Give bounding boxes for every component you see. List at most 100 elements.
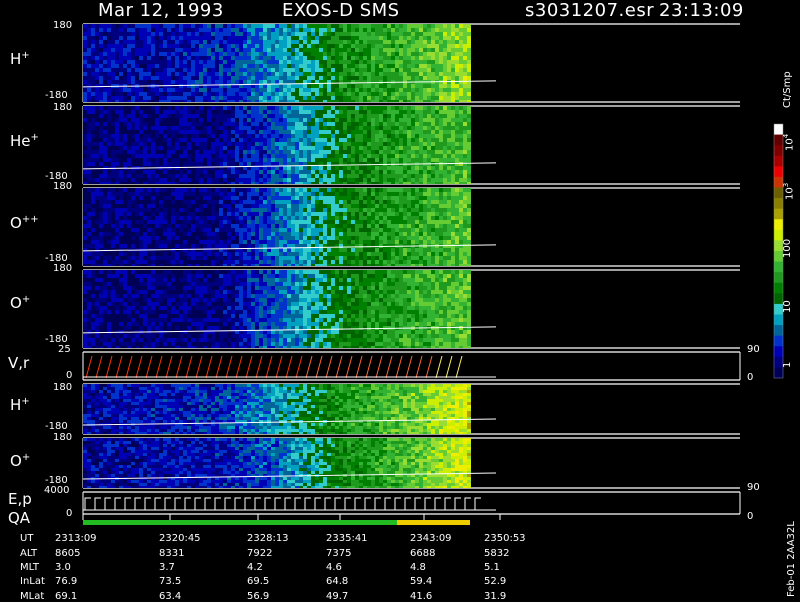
spectrogram-cell [291, 36, 295, 40]
spectrogram-cell [415, 32, 419, 36]
spectrogram-cell [311, 110, 315, 114]
spectrogram-cell [211, 182, 215, 184]
spectrogram-cell [87, 114, 91, 118]
spectrogram-cell [287, 88, 291, 92]
spectrogram-cell [271, 204, 275, 208]
spectrogram-cell [263, 76, 267, 80]
spectrogram-cell [207, 150, 211, 154]
spectrogram-cell [387, 122, 391, 126]
spectrogram-cell [415, 64, 419, 68]
spectrogram-cell [427, 28, 431, 32]
spectrogram-cell [311, 134, 315, 138]
spectrogram-cell [371, 158, 375, 162]
spectrogram-cell [367, 106, 371, 110]
spectrogram-cell [171, 220, 175, 224]
spectrogram-cell [371, 134, 375, 138]
spectrogram-cell [407, 150, 411, 154]
spectrogram-cell [83, 126, 87, 130]
spectrogram-cell [455, 150, 459, 154]
spectrogram-cell [159, 28, 163, 32]
spectrogram-cell [379, 24, 383, 28]
spectrogram-cell [319, 44, 323, 48]
spectrogram-cell [147, 24, 151, 28]
spectrogram-cell [211, 122, 215, 126]
spectrogram-cell [459, 134, 463, 138]
spectrogram-cell [187, 260, 191, 264]
spectrogram-cell [215, 244, 219, 248]
spectrogram-cell [351, 72, 355, 76]
spectrogram-cell [103, 100, 107, 102]
spectrogram-cell [439, 36, 443, 40]
spectrogram-cell [247, 224, 251, 228]
spectrogram-cell [411, 76, 415, 80]
spectrogram-cell [383, 142, 387, 146]
spectrogram-cell [151, 220, 155, 224]
spectrogram-cell [379, 134, 383, 138]
spectrogram-cell [247, 204, 251, 208]
spectrogram-cell [263, 106, 267, 110]
spectrogram-cell [163, 32, 167, 36]
spectrogram-cell [103, 260, 107, 264]
spectrogram-cell [307, 142, 311, 146]
spectrogram-cell [139, 236, 143, 240]
spectrogram-cell [227, 256, 231, 260]
spectrogram-cell [435, 174, 439, 178]
spectrogram-cell [211, 44, 215, 48]
spectrogram-cell [307, 36, 311, 40]
spectrogram-cell [203, 188, 207, 192]
spectrogram-cell [407, 32, 411, 36]
spectrogram-cell [227, 68, 231, 72]
spectrogram-cell [123, 240, 127, 244]
spectrogram-cell [147, 150, 151, 154]
spectrogram-cell [319, 174, 323, 178]
spectrogram-cell [91, 256, 95, 260]
spectrogram-cell [403, 92, 407, 96]
spectrogram-cell [295, 100, 299, 102]
spectrogram-cell [199, 142, 203, 146]
spectrogram-cell [239, 126, 243, 130]
spectrogram-cell [371, 118, 375, 122]
spectrogram-cell [103, 44, 107, 48]
spectrogram-cell [295, 252, 299, 256]
spectrogram-cell [351, 154, 355, 158]
spectrogram-cell [411, 44, 415, 48]
spectrogram-cell [379, 182, 383, 184]
spectrogram-cell [275, 40, 279, 44]
spectrogram-cell [323, 32, 327, 36]
spectrogram-cell [171, 96, 175, 100]
spectrogram-cell [283, 236, 287, 240]
spectrogram-cell [215, 170, 219, 174]
spectrogram-cell [275, 118, 279, 122]
spectrogram-cell [451, 32, 455, 36]
spectrogram-cell [215, 240, 219, 244]
spectrogram-cell [91, 154, 95, 158]
spectrogram-cell [271, 142, 275, 146]
spectrogram-cell [363, 158, 367, 162]
spectrogram-cell [435, 126, 439, 130]
spectrogram-cell [99, 220, 103, 224]
spectrogram-cell [135, 134, 139, 138]
spectrogram-cell [407, 110, 411, 114]
spectrogram-cell [151, 40, 155, 44]
spectrogram-cell [379, 154, 383, 158]
spectrogram-cell [391, 56, 395, 60]
spectrogram-cell [111, 212, 115, 216]
spectrogram-cell [99, 24, 103, 28]
spectrogram-cell [383, 130, 387, 134]
spectrogram-cell [299, 216, 303, 220]
spectrogram-cell [103, 80, 107, 84]
spectrogram-cell [439, 72, 443, 76]
spectrogram-cell [223, 228, 227, 232]
spectrogram-cell [463, 76, 467, 80]
spectrogram-cell [199, 96, 203, 100]
spectrogram-cell [151, 106, 155, 110]
spectrogram-cell [195, 80, 199, 84]
spectrogram-cell [311, 56, 315, 60]
spectrogram-cell [251, 32, 255, 36]
spectrogram-cell [187, 56, 191, 60]
spectrogram-cell [175, 166, 179, 170]
spectrogram-cell [463, 88, 467, 92]
spectrogram-cell [99, 170, 103, 174]
spectrogram-cell [295, 52, 299, 56]
spectrogram-cell [275, 166, 279, 170]
